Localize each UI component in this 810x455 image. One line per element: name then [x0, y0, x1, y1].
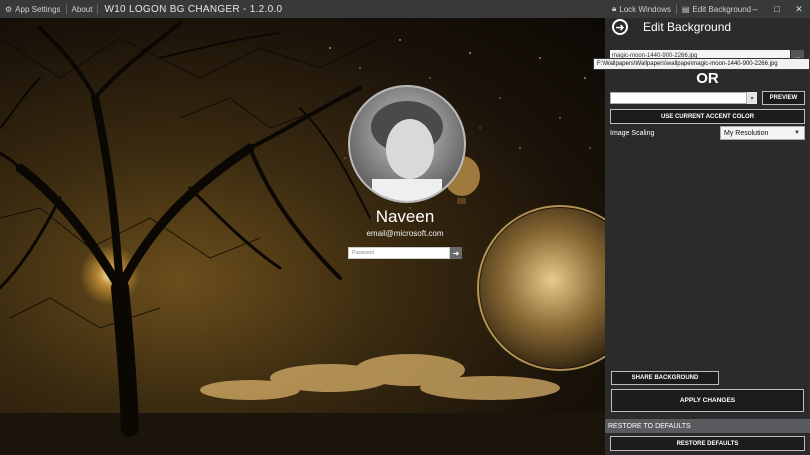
maximize-button[interactable]: □	[766, 0, 788, 18]
avatar	[348, 85, 466, 203]
password-input[interactable]: Password	[348, 247, 450, 259]
image-scaling-value: My Resolution	[724, 129, 769, 137]
chevron-down-icon: ▼	[794, 130, 800, 136]
about-button[interactable]: About	[67, 0, 98, 18]
ground	[0, 413, 605, 455]
lock-icon: 🔒︎	[612, 4, 617, 13]
panel-title: Edit Background	[643, 20, 732, 34]
clouds	[200, 354, 560, 400]
edit-icon: ▤	[681, 4, 690, 14]
app-settings-button[interactable]: ⚙ App Settings	[0, 0, 66, 18]
app-title: W10 LOGON BG CHANGER - 1.2.0.0	[104, 3, 283, 15]
avatar-portrait	[371, 101, 443, 201]
edit-background-label: Edit Background	[692, 4, 752, 14]
user-email: email@microsoft.com	[366, 229, 444, 238]
lock-windows-button[interactable]: 🔒︎ Lock Windows	[607, 0, 676, 18]
background-preview: Naveen email@microsoft.com Password ➜	[0, 18, 605, 455]
gear-icon: ⚙	[5, 4, 13, 14]
back-arrow-icon[interactable]: ➜	[612, 19, 628, 35]
apply-changes-button[interactable]: APPLY CHANGES	[611, 389, 804, 412]
restore-section-header: RESTORE TO DEFAULTS	[605, 419, 810, 433]
title-bar: ⚙ App Settings About W10 LOGON BG CHANGE…	[0, 0, 810, 18]
or-separator: OR	[696, 70, 719, 87]
file-path-tooltip: F:\Wallpapers\Wallpapers\wallpape\magic-…	[593, 58, 810, 70]
lock-windows-label: Lock Windows	[619, 4, 671, 14]
window-controls: – □ ✕	[744, 0, 810, 18]
preview-button[interactable]: PREVIEW	[762, 91, 805, 105]
image-scaling-label: Image Scaling	[610, 130, 655, 137]
app-settings-label: App Settings	[15, 4, 61, 14]
tree-twigs	[0, 37, 381, 329]
image-scaling-select[interactable]: My Resolution ▼	[720, 126, 805, 140]
color-input[interactable]	[610, 92, 747, 104]
close-button[interactable]: ✕	[788, 0, 810, 18]
restore-defaults-button[interactable]: RESTORE DEFAULTS	[610, 436, 805, 451]
titlebar-actions: 🔒︎ Lock Windows ▤ Edit Background	[607, 0, 756, 18]
use-accent-color-button[interactable]: USE CURRENT ACCENT COLOR	[610, 109, 805, 124]
submit-arrow-icon[interactable]: ➜	[450, 247, 462, 259]
color-dropdown-chevron-icon[interactable]: ▾	[747, 92, 757, 104]
minimize-button[interactable]: –	[744, 0, 766, 18]
share-background-button[interactable]: SHARE BACKGROUND	[611, 371, 719, 385]
user-name: Naveen	[375, 207, 435, 226]
